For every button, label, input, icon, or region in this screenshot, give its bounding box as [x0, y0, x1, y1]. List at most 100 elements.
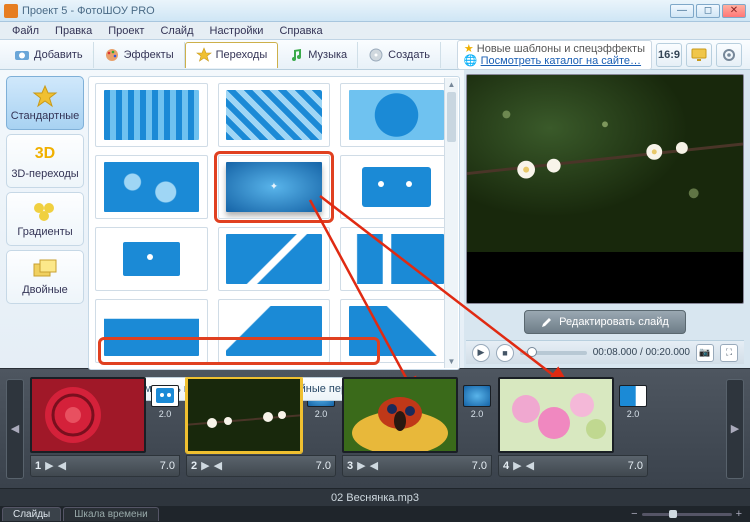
maximize-button[interactable]: ◻: [696, 4, 720, 18]
transition-chip[interactable]: 2.0: [150, 385, 180, 453]
transition-item[interactable]: [218, 227, 331, 291]
close-button[interactable]: ✕: [722, 4, 746, 18]
slide-thumb[interactable]: [342, 377, 458, 453]
fullscreen-button[interactable]: [686, 43, 712, 67]
transition-item[interactable]: [95, 155, 208, 219]
slide-info[interactable]: 1 ▶ ◀ 7.0: [30, 455, 180, 477]
slide-duration: 7.0: [160, 460, 175, 472]
zoom-control[interactable]: − +: [631, 508, 748, 520]
tab-transitions-label: Переходы: [216, 49, 268, 61]
tab-add-label: Добавить: [34, 49, 83, 61]
tab-add[interactable]: Добавить: [4, 42, 94, 68]
scroll-thumb[interactable]: [447, 92, 456, 142]
slide-number: 1: [35, 460, 41, 472]
tab-transitions[interactable]: Переходы: [185, 42, 279, 68]
slide-thumb[interactable]: [30, 377, 146, 453]
camera-icon: [14, 47, 30, 63]
slide-info[interactable]: 4 ▶ ◀ 7.0: [498, 455, 648, 477]
transition-duration: 2.0: [315, 409, 328, 419]
cat-standard[interactable]: Стандартные: [6, 76, 84, 130]
menu-settings[interactable]: Настройки: [204, 23, 270, 39]
slide-thumb[interactable]: [498, 377, 614, 453]
double-icon: [31, 258, 59, 282]
tab-music-label: Музыка: [308, 49, 347, 61]
snapshot-button[interactable]: 📷: [696, 344, 714, 362]
transition-item[interactable]: [340, 299, 453, 363]
transition-item[interactable]: [95, 83, 208, 147]
marker-icon: ◀: [214, 459, 222, 472]
cat-gradients[interactable]: Градиенты: [6, 192, 84, 246]
three-d-icon: 3D: [31, 142, 59, 166]
slide-thumb-selected[interactable]: [186, 377, 302, 453]
aspect-ratio-button[interactable]: 16:9: [656, 43, 682, 67]
timeline-next[interactable]: ▶: [726, 379, 744, 479]
transition-chip[interactable]: 2.0: [618, 385, 648, 453]
play-icon: ▶: [45, 459, 53, 472]
transition-item[interactable]: [340, 83, 453, 147]
settings-button[interactable]: [716, 43, 742, 67]
star-icon: [196, 47, 212, 63]
slide-info[interactable]: 3 ▶ ◀ 7.0: [342, 455, 492, 477]
tab-effects-label: Эффекты: [124, 49, 174, 61]
menu-project[interactable]: Проект: [102, 23, 150, 39]
transition-duration: 2.0: [627, 409, 640, 419]
transition-chip[interactable]: 2.0: [462, 385, 492, 453]
scrollbar[interactable]: ▲ ▼: [444, 78, 458, 368]
transitions-grid: ✦ ▲ ▼: [88, 76, 460, 370]
slide-duration: 7.0: [472, 460, 487, 472]
transition-item-selected[interactable]: ✦: [218, 155, 331, 219]
window-title: Проект 5 - ФотоШОУ PRO: [22, 5, 670, 17]
minimize-button[interactable]: —: [670, 4, 694, 18]
transition-item[interactable]: [218, 83, 331, 147]
seek-slider[interactable]: [520, 351, 587, 355]
tab-slides-view[interactable]: Слайды: [2, 507, 61, 521]
marker-icon: ◀: [58, 459, 66, 472]
transition-item[interactable]: [340, 227, 453, 291]
tab-create[interactable]: Создать: [358, 42, 441, 68]
menu-edit[interactable]: Правка: [49, 23, 98, 39]
tab-timeline-view[interactable]: Шкала времени: [63, 507, 158, 521]
tab-music[interactable]: Музыка: [278, 42, 358, 68]
play-button[interactable]: ▶: [472, 344, 490, 362]
transition-item[interactable]: [95, 299, 208, 363]
zoom-slider[interactable]: [642, 513, 732, 516]
marker-icon: ◀: [370, 459, 378, 472]
zoom-out-icon[interactable]: −: [631, 508, 637, 520]
slide-info[interactable]: 2 ▶ ◀ 7.0: [186, 455, 336, 477]
music-icon: [288, 47, 304, 63]
menu-file[interactable]: Файл: [6, 23, 45, 39]
promo-link[interactable]: Посмотреть каталог на сайте…: [481, 55, 641, 67]
transition-item[interactable]: [340, 155, 453, 219]
tab-effects[interactable]: Эффекты: [94, 42, 185, 68]
audio-track[interactable]: 02 Веснянка.mp3: [0, 488, 750, 506]
zoom-in-icon[interactable]: +: [736, 508, 742, 520]
monitor-icon: [691, 48, 707, 62]
slide-number: 4: [503, 460, 509, 472]
transition-item[interactable]: [95, 227, 208, 291]
pencil-icon: [541, 316, 553, 328]
cat-double[interactable]: Двойные: [6, 250, 84, 304]
edit-slide-button[interactable]: Редактировать слайд: [524, 310, 686, 334]
transition-duration: 2.0: [471, 409, 484, 419]
stop-button[interactable]: ■: [496, 344, 514, 362]
menu-help[interactable]: Справка: [273, 23, 328, 39]
category-sidebar: Стандартные 3D 3D-переходы Градиенты Дво…: [6, 76, 84, 370]
scroll-down-icon[interactable]: ▼: [445, 355, 458, 368]
menu-slide[interactable]: Слайд: [154, 23, 199, 39]
promo-box[interactable]: ★ Новые шаблоны и спецэффекты 🌐 Посмотре…: [457, 40, 652, 70]
play-icon: ▶: [201, 459, 209, 472]
slide-number: 3: [347, 460, 353, 472]
transition-item[interactable]: [218, 299, 331, 363]
cat-double-label: Двойные: [22, 284, 68, 296]
cat-3d[interactable]: 3D 3D-переходы: [6, 134, 84, 188]
main-toolbar: Добавить Эффекты Переходы Музыка Создать…: [0, 40, 750, 70]
star-icon: [31, 84, 59, 108]
gradient-icon: [31, 200, 59, 224]
expand-button[interactable]: ⛶: [720, 344, 738, 362]
scroll-up-icon[interactable]: ▲: [445, 78, 458, 91]
cat-standard-label: Стандартные: [11, 110, 80, 122]
titlebar: Проект 5 - ФотоШОУ PRO — ◻ ✕: [0, 0, 750, 22]
gear-icon: [721, 47, 737, 63]
time-display: 00:08.000 / 00:20.000: [593, 347, 690, 358]
play-icon: ▶: [513, 459, 521, 472]
